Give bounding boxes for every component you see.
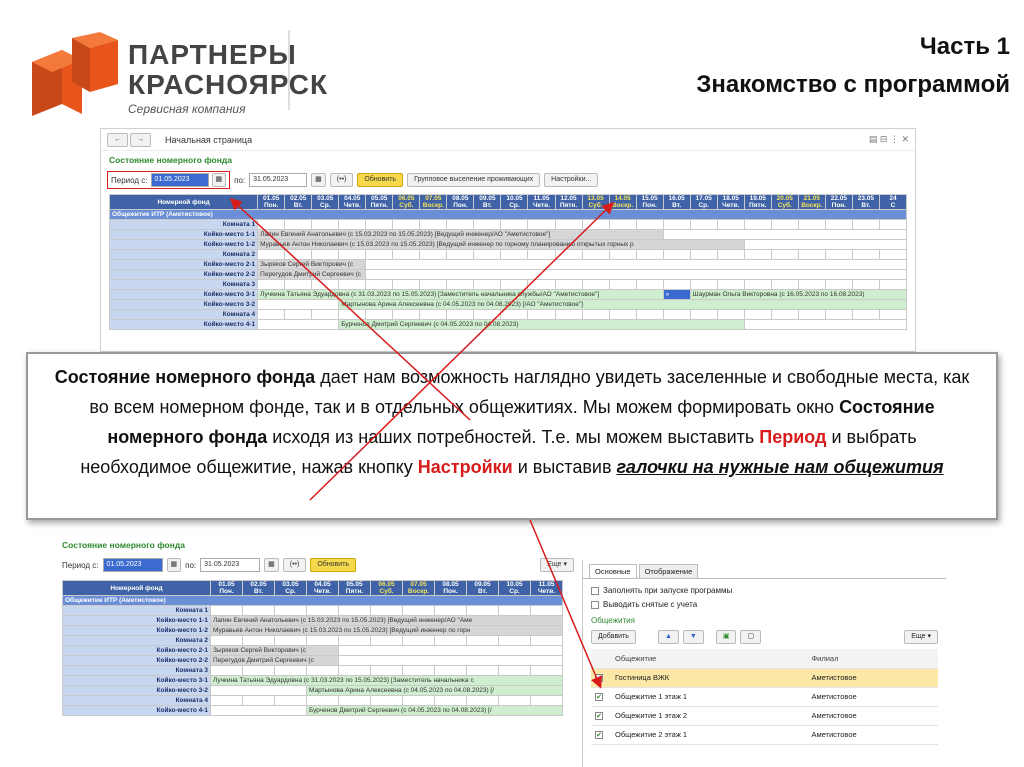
annotation-arrows [229, 197, 615, 689]
arrow-period [229, 197, 471, 421]
arrow-settings [309, 201, 615, 501]
arrow-checkboxes [529, 519, 603, 689]
